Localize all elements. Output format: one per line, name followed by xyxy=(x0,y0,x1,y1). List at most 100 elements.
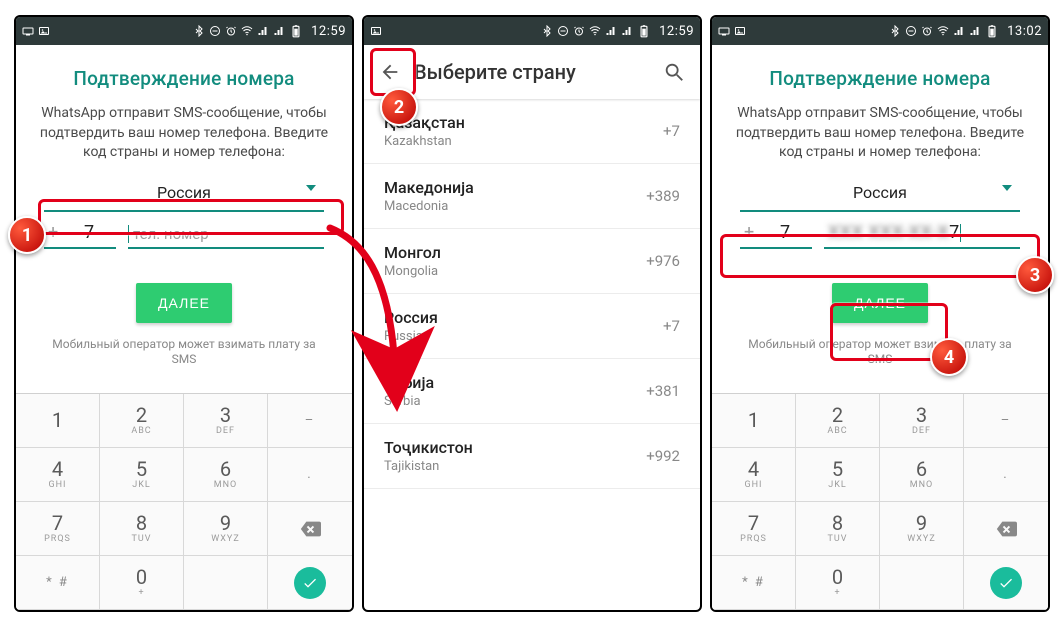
alarm-icon xyxy=(921,25,933,37)
status-clock: 13:02 xyxy=(1007,24,1042,39)
battery-icon xyxy=(985,24,999,38)
dnd-icon xyxy=(209,25,221,37)
phone-number-input[interactable]: тел. номер xyxy=(128,225,324,249)
keypad-side[interactable] xyxy=(184,556,268,610)
image-status-icon xyxy=(38,25,50,37)
image-status-icon xyxy=(734,25,746,37)
keypad-side[interactable]: – xyxy=(964,394,1048,448)
keypad-side[interactable]: * # xyxy=(712,556,796,610)
signal-icon-2 xyxy=(969,25,981,37)
country-item-sub: Tajikistan xyxy=(384,459,646,474)
check-icon xyxy=(302,575,318,591)
keypad-key-8[interactable]: 8TUV xyxy=(796,502,880,556)
verify-subtitle: WhatsApp отправит SMS-сообщение, чтобы п… xyxy=(712,100,1048,175)
country-item-code: +381 xyxy=(646,382,680,400)
image-status-icon xyxy=(370,25,382,37)
country-item-russia[interactable]: РоссияRussia+7 xyxy=(364,294,700,359)
wifi-icon xyxy=(589,25,601,37)
text-cursor xyxy=(960,224,961,242)
keypad-key-7[interactable]: 7PRQS xyxy=(16,502,100,556)
status-clock: 12:59 xyxy=(311,24,346,39)
keypad-key-6[interactable]: 6MNO xyxy=(184,448,268,502)
sms-fee-note: Мобильный оператор может взимать плату з… xyxy=(16,323,352,368)
keypad-key-9[interactable]: 9WXYZ xyxy=(184,502,268,556)
keypad-side[interactable]: . xyxy=(268,448,352,502)
keypad-key-8[interactable]: 8TUV xyxy=(100,502,184,556)
keypad-done[interactable] xyxy=(268,556,352,610)
country-item-name: Србија xyxy=(384,373,646,392)
phone-screenshot-2: 12:59 Выберите страну ҚазақстанKazakhsta… xyxy=(362,15,702,612)
country-item-name: Россия xyxy=(384,308,663,327)
plus-icon: + xyxy=(44,222,62,247)
keypad-key-4[interactable]: 4GHI xyxy=(16,448,100,502)
sms-fee-note: Мобильный оператор может взимать плату з… xyxy=(712,323,1048,368)
keypad-key-5[interactable]: 5JKL xyxy=(796,448,880,502)
signal-icon-1 xyxy=(605,25,617,37)
backspace-icon xyxy=(299,518,321,540)
battery-icon xyxy=(637,24,651,38)
country-code-value: 7 xyxy=(62,222,116,247)
keypad-side[interactable]: – xyxy=(268,394,352,448)
next-button[interactable]: ДАЛЕЕ xyxy=(832,283,928,323)
keypad-key-9[interactable]: 9WXYZ xyxy=(880,502,964,556)
phone-number-placeholder: тел. номер xyxy=(129,225,324,247)
phone-number-value: ХХХ ХХХ-ХХ-Х7 xyxy=(824,222,1020,247)
status-bar: 12:59 xyxy=(364,17,700,45)
verify-subtitle: WhatsApp отправит SMS-сообщение, чтобы п… xyxy=(16,100,352,175)
phone-input-row: + 7 тел. номер xyxy=(44,222,324,249)
dnd-icon xyxy=(905,25,917,37)
keypad-backspace[interactable] xyxy=(268,502,352,556)
keypad-key-0[interactable]: 0+ xyxy=(796,556,880,610)
keypad-key-5[interactable]: 5JKL xyxy=(100,448,184,502)
chevron-down-icon xyxy=(1002,185,1012,191)
keypad-key-7[interactable]: 7PRQS xyxy=(712,502,796,556)
country-item-serbia[interactable]: СрбијаSerbia+381 xyxy=(364,359,700,424)
keypad-side[interactable] xyxy=(880,556,964,610)
back-button[interactable] xyxy=(370,52,410,92)
keypad-key-4[interactable]: 4GHI xyxy=(712,448,796,502)
appbar: Выберите страну xyxy=(364,45,700,99)
search-icon xyxy=(663,61,685,83)
bluetooth-icon xyxy=(889,25,901,37)
keypad-key-3[interactable]: 3DEF xyxy=(184,394,268,448)
keypad-key-0[interactable]: 0+ xyxy=(100,556,184,610)
keypad-key-1[interactable]: 1 xyxy=(712,394,796,448)
keypad-done[interactable] xyxy=(964,556,1048,610)
country-item-macedonia[interactable]: МакедонијаMacedonia+389 xyxy=(364,164,700,229)
keypad-key-2[interactable]: 2ABC xyxy=(796,394,880,448)
battery-icon xyxy=(289,24,303,38)
phone-screenshot-1: 12:59 Подтверждение номера WhatsApp отпр… xyxy=(14,15,354,612)
keypad-side[interactable]: * # xyxy=(16,556,100,610)
country-item-kazakhstan[interactable]: ҚазақстанKazakhstan+7 xyxy=(364,99,700,164)
bluetooth-icon xyxy=(541,25,553,37)
country-code-input[interactable]: + 7 xyxy=(44,222,116,249)
phone-number-input[interactable]: ХХХ ХХХ-ХХ-Х7 xyxy=(824,222,1020,249)
country-item-sub: Russia xyxy=(384,329,663,344)
status-clock: 12:59 xyxy=(659,24,694,39)
country-list[interactable]: ҚазақстанKazakhstan+7МакедонијаMacedonia… xyxy=(364,99,700,489)
country-picker-value: Россия xyxy=(44,175,324,210)
signal-icon-2 xyxy=(621,25,633,37)
country-item-mongolia[interactable]: МонголMongolia+976 xyxy=(364,229,700,294)
keypad-key-6[interactable]: 6MNO xyxy=(880,448,964,502)
search-button[interactable] xyxy=(654,52,694,92)
keypad-key-2[interactable]: 2ABC xyxy=(100,394,184,448)
next-button[interactable]: ДАЛЕЕ xyxy=(136,283,232,323)
arrow-left-icon xyxy=(379,61,401,83)
numeric-keypad: 12ABC3DEF– 4GHI5JKL6MNO. 7PRQS8TUV9WXYZ * #… xyxy=(16,393,352,610)
country-item-code: +976 xyxy=(646,252,680,270)
country-code-input[interactable]: + 7 xyxy=(740,222,812,249)
country-item-name: Македонија xyxy=(384,178,646,197)
country-picker[interactable]: Россия xyxy=(740,175,1020,212)
appbar-title: Выберите страну xyxy=(410,60,654,84)
keypad-side[interactable]: . xyxy=(964,448,1048,502)
keypad-key-1[interactable]: 1 xyxy=(16,394,100,448)
keypad-backspace[interactable] xyxy=(964,502,1048,556)
country-item-sub: Mongolia xyxy=(384,264,646,279)
country-item-tajikistan[interactable]: ТоҷикистонTajikistan+992 xyxy=(364,424,700,489)
country-picker[interactable]: Россия xyxy=(44,175,324,212)
dnd-icon xyxy=(557,25,569,37)
country-code-value: 7 xyxy=(758,222,812,247)
alarm-icon xyxy=(573,25,585,37)
keypad-key-3[interactable]: 3DEF xyxy=(880,394,964,448)
